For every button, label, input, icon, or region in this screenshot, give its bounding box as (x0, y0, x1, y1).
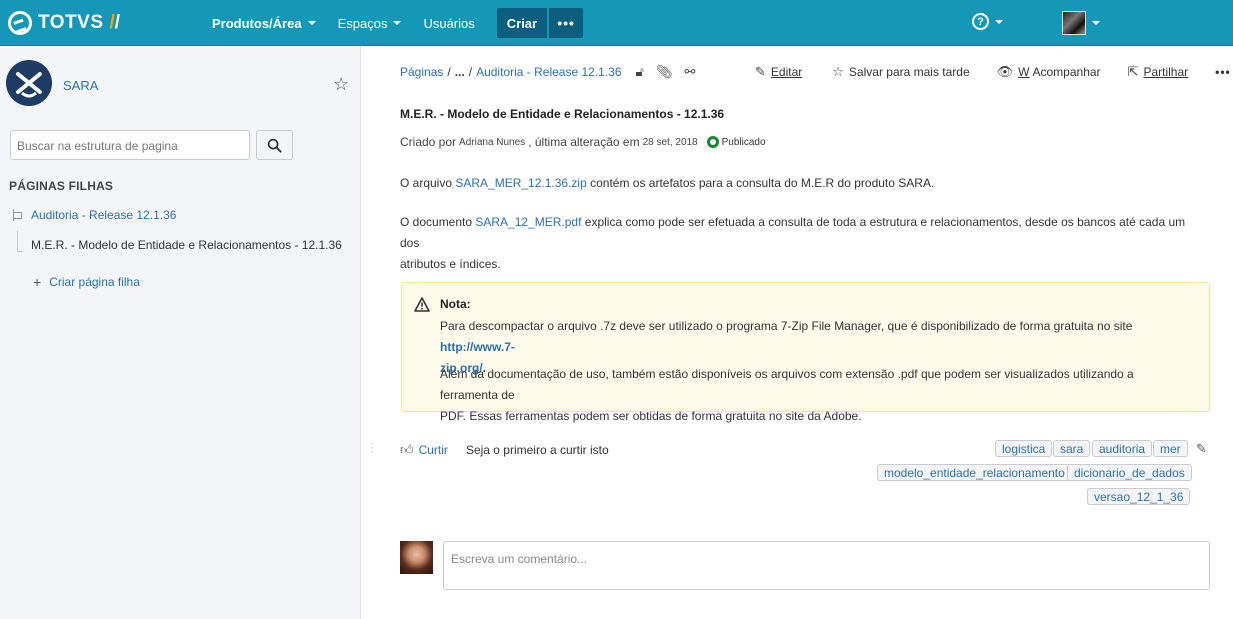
tree-item-label: Auditoria - Release 12.1.36 (31, 208, 177, 222)
watch-button[interactable]: 👁︎ W Acompanhar (997, 64, 1101, 80)
status-badge: Publicado (721, 136, 766, 148)
7zip-link[interactable]: http://www.7- (440, 340, 515, 354)
label-tag[interactable]: mer (1153, 440, 1188, 457)
page-actions: ✎ Editar ☆ Salvar para mais tarde 👁︎ W A… (755, 64, 1231, 80)
nav-espacos[interactable]: Espaços (338, 16, 402, 31)
page-metadata: Criado por Adriana Nunes , última altera… (400, 135, 766, 149)
commenter-avatar (400, 541, 433, 574)
chevron-down-icon (393, 21, 402, 25)
breadcrumb-root[interactable]: Páginas (400, 65, 443, 79)
paragraph-zip: O arquivo SARA_MER_12.1.36.zip contém os… (400, 176, 935, 190)
page-tree-icon (13, 209, 25, 221)
search-button[interactable] (256, 130, 293, 160)
breadcrumb-separator: / (468, 65, 473, 79)
nav-produtos-area[interactable]: Produtos/Área (212, 16, 316, 31)
breadcrumb-separator: / (447, 65, 451, 79)
note-title: Nota: (440, 297, 471, 311)
top-navigation-bar: TOTVS // Produtos/Área Espaços Usuários … (0, 0, 1233, 46)
unlock-icon[interactable]: 🔓︎ (636, 64, 644, 80)
more-actions-button[interactable]: ••• (1215, 65, 1231, 79)
note-panel: Nota: Para descompactar o arquivo .7z de… (401, 282, 1210, 423)
pencil-icon: ✎ (755, 64, 766, 79)
favorite-star-icon[interactable]: ☆ (333, 74, 349, 95)
chevron-down-icon (1092, 21, 1100, 25)
tree-connector (17, 231, 18, 251)
user-menu[interactable] (1062, 11, 1100, 35)
brand-slashes: // (109, 12, 121, 33)
page-tree-search-input[interactable]: Buscar na estrutura de pagina (10, 130, 250, 160)
chevron-down-icon (995, 19, 1003, 24)
totvs-logo[interactable]: TOTVS // (8, 11, 120, 35)
child-pages-heading: PÁGINAS FILHAS (9, 179, 114, 193)
main-nav: Produtos/Área Espaços Usuários Criar ••• (212, 0, 584, 46)
create-child-page-label: Criar página filha (49, 275, 140, 289)
tree-item-parent[interactable]: Auditoria - Release 12.1.36 (13, 208, 176, 222)
published-status-icon (706, 136, 719, 148)
attachment-icon[interactable]: 📎︎ (656, 64, 673, 80)
zip-file-link[interactable]: SARA_MER_12.1.36.zip (455, 176, 586, 190)
breadcrumb: Páginas / ... / Auditoria - Release 12.1… (400, 64, 707, 80)
star-icon: ☆ (832, 64, 844, 79)
sidebar-resize-handle[interactable]: · · · (370, 437, 374, 457)
nav-usuarios[interactable]: Usuários (423, 16, 474, 31)
last-modified-date[interactable]: 28 set, 2018 (643, 137, 698, 148)
help-menu[interactable]: ? (972, 13, 1003, 30)
label-tag[interactable]: sara (1053, 440, 1091, 457)
page-tree-icon[interactable]: ⚯ (684, 64, 695, 80)
tree-item-current[interactable]: M.E.R. - Modelo de Entidade e Relacionam… (31, 238, 342, 252)
label-tag[interactable]: versao_12_1_36 (1087, 488, 1191, 505)
page-title: M.E.R. - Modelo de Entidade e Relacionam… (400, 107, 725, 121)
space-sidebar: SARA ☆ Buscar na estrutura de pagina PÁG… (0, 46, 361, 619)
edit-button[interactable]: ✎ Editar (755, 64, 802, 80)
page-status-icons: 🔓︎ 📎︎ ⚯ (636, 64, 708, 80)
chevron-down-icon (307, 21, 316, 25)
like-button[interactable]: Curtir (419, 443, 448, 457)
paragraph-pdf: O documento SARA_12_MER.pdf explica como… (400, 215, 1186, 271)
edit-labels-icon[interactable]: ✎ (1196, 441, 1207, 457)
user-avatar (1062, 11, 1086, 35)
note-text-2: Além da documentação de uso, também estã… (440, 367, 1134, 423)
create-button[interactable]: Criar (496, 8, 548, 38)
like-section: 👍︎ Curtir Seja o primeiro a curtir isto (400, 442, 609, 458)
help-icon: ? (972, 13, 989, 30)
pdf-file-link[interactable]: SARA_12_MER.pdf (475, 215, 581, 229)
label-tag[interactable]: dicionario_de_dados (1067, 464, 1192, 481)
plus-icon: + (33, 274, 42, 290)
eye-icon: 👁︎ (996, 64, 1014, 79)
totvs-logo-icon (8, 11, 32, 35)
space-logo-icon (16, 72, 42, 98)
tree-connector (17, 251, 23, 252)
comment-input[interactable]: Escreva um comentário... (443, 541, 1210, 590)
brand-name: TOTVS (38, 12, 104, 33)
thumbs-up-icon[interactable]: 👍︎ (400, 442, 414, 458)
share-button[interactable]: ⇱ Partilhar (1128, 64, 1189, 80)
breadcrumb-parent[interactable]: Auditoria - Release 12.1.36 (476, 65, 621, 79)
share-icon: ⇱ (1127, 64, 1139, 79)
like-status-text: Seja o primeiro a curtir isto (465, 443, 609, 457)
breadcrumb-ellipsis[interactable]: ... (455, 65, 465, 79)
search-icon (267, 138, 282, 153)
create-more-button[interactable]: ••• (549, 8, 584, 38)
space-logo[interactable] (6, 60, 52, 106)
label-tag[interactable]: logistica (995, 440, 1053, 457)
create-child-page-link[interactable]: + Criar página filha (33, 274, 140, 290)
label-tag[interactable]: modelo_entidade_relacionamento (877, 464, 1072, 481)
space-name[interactable]: SARA (63, 78, 98, 93)
warning-icon (414, 297, 430, 312)
save-for-later-button[interactable]: ☆ Salvar para mais tarde (832, 64, 969, 80)
label-tag[interactable]: auditoria (1092, 440, 1153, 457)
author-link[interactable]: Adriana Nunes (459, 137, 525, 148)
